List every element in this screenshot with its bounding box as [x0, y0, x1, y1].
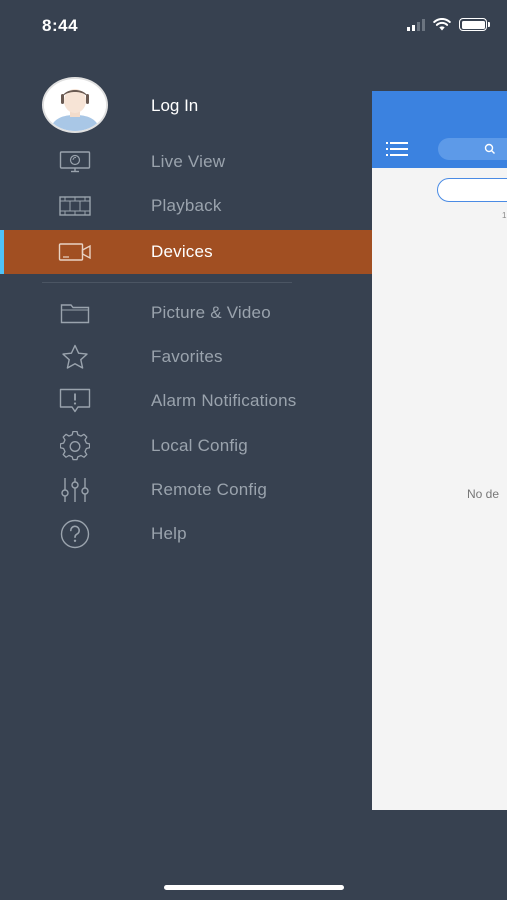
menu-divider	[42, 282, 292, 283]
app-search-bar[interactable]	[438, 138, 507, 160]
home-indicator[interactable]	[164, 885, 344, 890]
folder-icon	[58, 300, 92, 326]
gear-icon	[58, 431, 92, 461]
user-avatar-icon	[44, 79, 106, 131]
login-label[interactable]: Log In	[151, 96, 198, 116]
star-icon	[58, 344, 92, 370]
battery-icon	[459, 18, 490, 31]
menu-item-remote-config[interactable]: Remote Config	[0, 468, 372, 512]
menu-item-label: Remote Config	[151, 480, 267, 499]
menu-item-label: Help	[151, 524, 187, 543]
menu-item-label: Devices	[151, 242, 213, 261]
menu-item-devices[interactable]: Devices	[0, 230, 372, 274]
status-bar: 8:44	[0, 0, 507, 52]
search-icon	[484, 143, 495, 154]
avatar[interactable]	[42, 77, 108, 133]
menu-item-favorites[interactable]: Favorites	[0, 335, 372, 379]
menu-item-label: Playback	[151, 196, 222, 215]
active-indicator	[0, 230, 4, 274]
app-tiny-mark: 1	[502, 211, 507, 220]
alert-message-icon	[58, 388, 92, 414]
menu-item-alarm-notifications[interactable]: Alarm Notifications	[0, 379, 372, 423]
film-icon	[58, 193, 92, 219]
menu-item-label: Alarm Notifications	[151, 391, 297, 410]
profile-login[interactable]: Log In	[42, 77, 342, 133]
no-devices-text: No de	[467, 487, 500, 501]
menu-item-label: Live View	[151, 152, 226, 171]
app-header	[372, 91, 507, 168]
app-segment-pill[interactable]	[437, 178, 507, 202]
status-time: 8:44	[42, 16, 79, 35]
wifi-icon	[433, 18, 451, 31]
sliders-icon	[58, 477, 92, 503]
navigation-drawer: Log In Live View Playback Devices Pictur…	[0, 52, 372, 900]
camera-icon	[58, 239, 92, 265]
menu-item-label: Local Config	[151, 436, 248, 455]
status-icons	[407, 18, 490, 31]
hamburger-menu-icon[interactable]	[386, 141, 408, 157]
menu-item-help[interactable]: Help	[0, 512, 372, 556]
background-app-panel[interactable]: 1 No de	[372, 91, 507, 810]
menu-item-live-view[interactable]: Live View	[0, 140, 372, 184]
monitor-icon	[58, 149, 92, 175]
menu-item-playback[interactable]: Playback	[0, 184, 372, 228]
help-icon	[58, 519, 92, 549]
menu-item-label: Favorites	[151, 347, 223, 366]
cellular-signal-icon	[407, 18, 425, 31]
menu-item-label: Picture & Video	[151, 303, 271, 322]
menu-item-picture-video[interactable]: Picture & Video	[0, 291, 372, 335]
menu-item-local-config[interactable]: Local Config	[0, 424, 372, 468]
